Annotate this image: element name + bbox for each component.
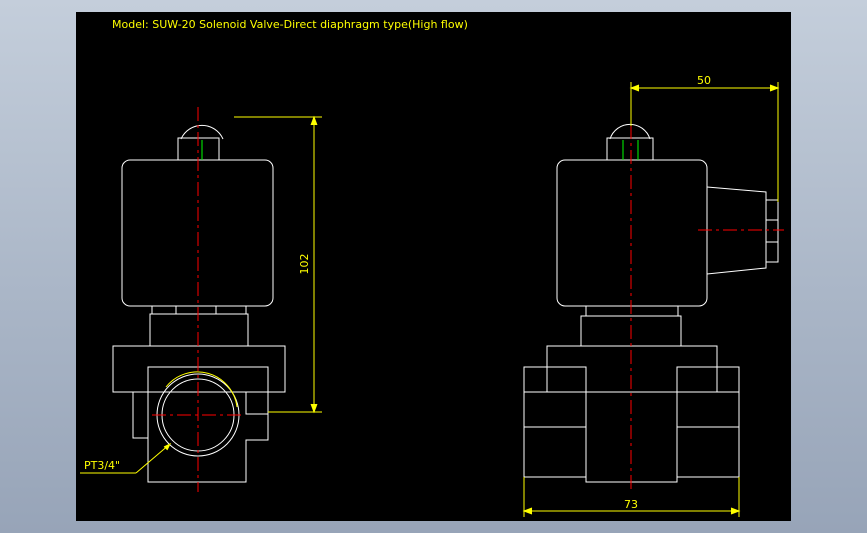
- right-neck: [585, 305, 679, 317]
- right-knob-dome: [609, 123, 651, 140]
- right-body-left-block: [523, 366, 587, 478]
- valve-drawing: Model: SUW-20 Solenoid Valve-Direct diap…: [80, 18, 784, 517]
- port-label: PT3/4": [84, 459, 120, 472]
- right-body-right-block: [676, 366, 740, 478]
- left-bonnet: [149, 313, 249, 347]
- right-coil: [556, 159, 708, 307]
- left-boss-right: [245, 391, 269, 415]
- right-connector-cap: [765, 199, 779, 263]
- right-dim-73-label: 73: [624, 498, 638, 511]
- right-stem: [606, 137, 654, 161]
- left-boss-left: [132, 391, 149, 439]
- right-view: [523, 123, 779, 483]
- cad-canvas: Model: SUW-20 Solenoid Valve-Direct diap…: [76, 12, 791, 521]
- left-body-flange: [112, 345, 286, 393]
- left-centerlines: [152, 107, 244, 492]
- left-knob-dome: [180, 124, 224, 140]
- left-lower-body: [147, 366, 269, 483]
- left-neck: [151, 305, 247, 315]
- left-dim-102-label: 102: [298, 254, 311, 275]
- right-dim-50-label: 50: [697, 74, 711, 87]
- left-port-thread: [165, 371, 238, 408]
- drawing-title: Model: SUW-20 Solenoid Valve-Direct diap…: [112, 18, 468, 31]
- right-flange: [546, 345, 718, 393]
- left-view: [112, 124, 286, 483]
